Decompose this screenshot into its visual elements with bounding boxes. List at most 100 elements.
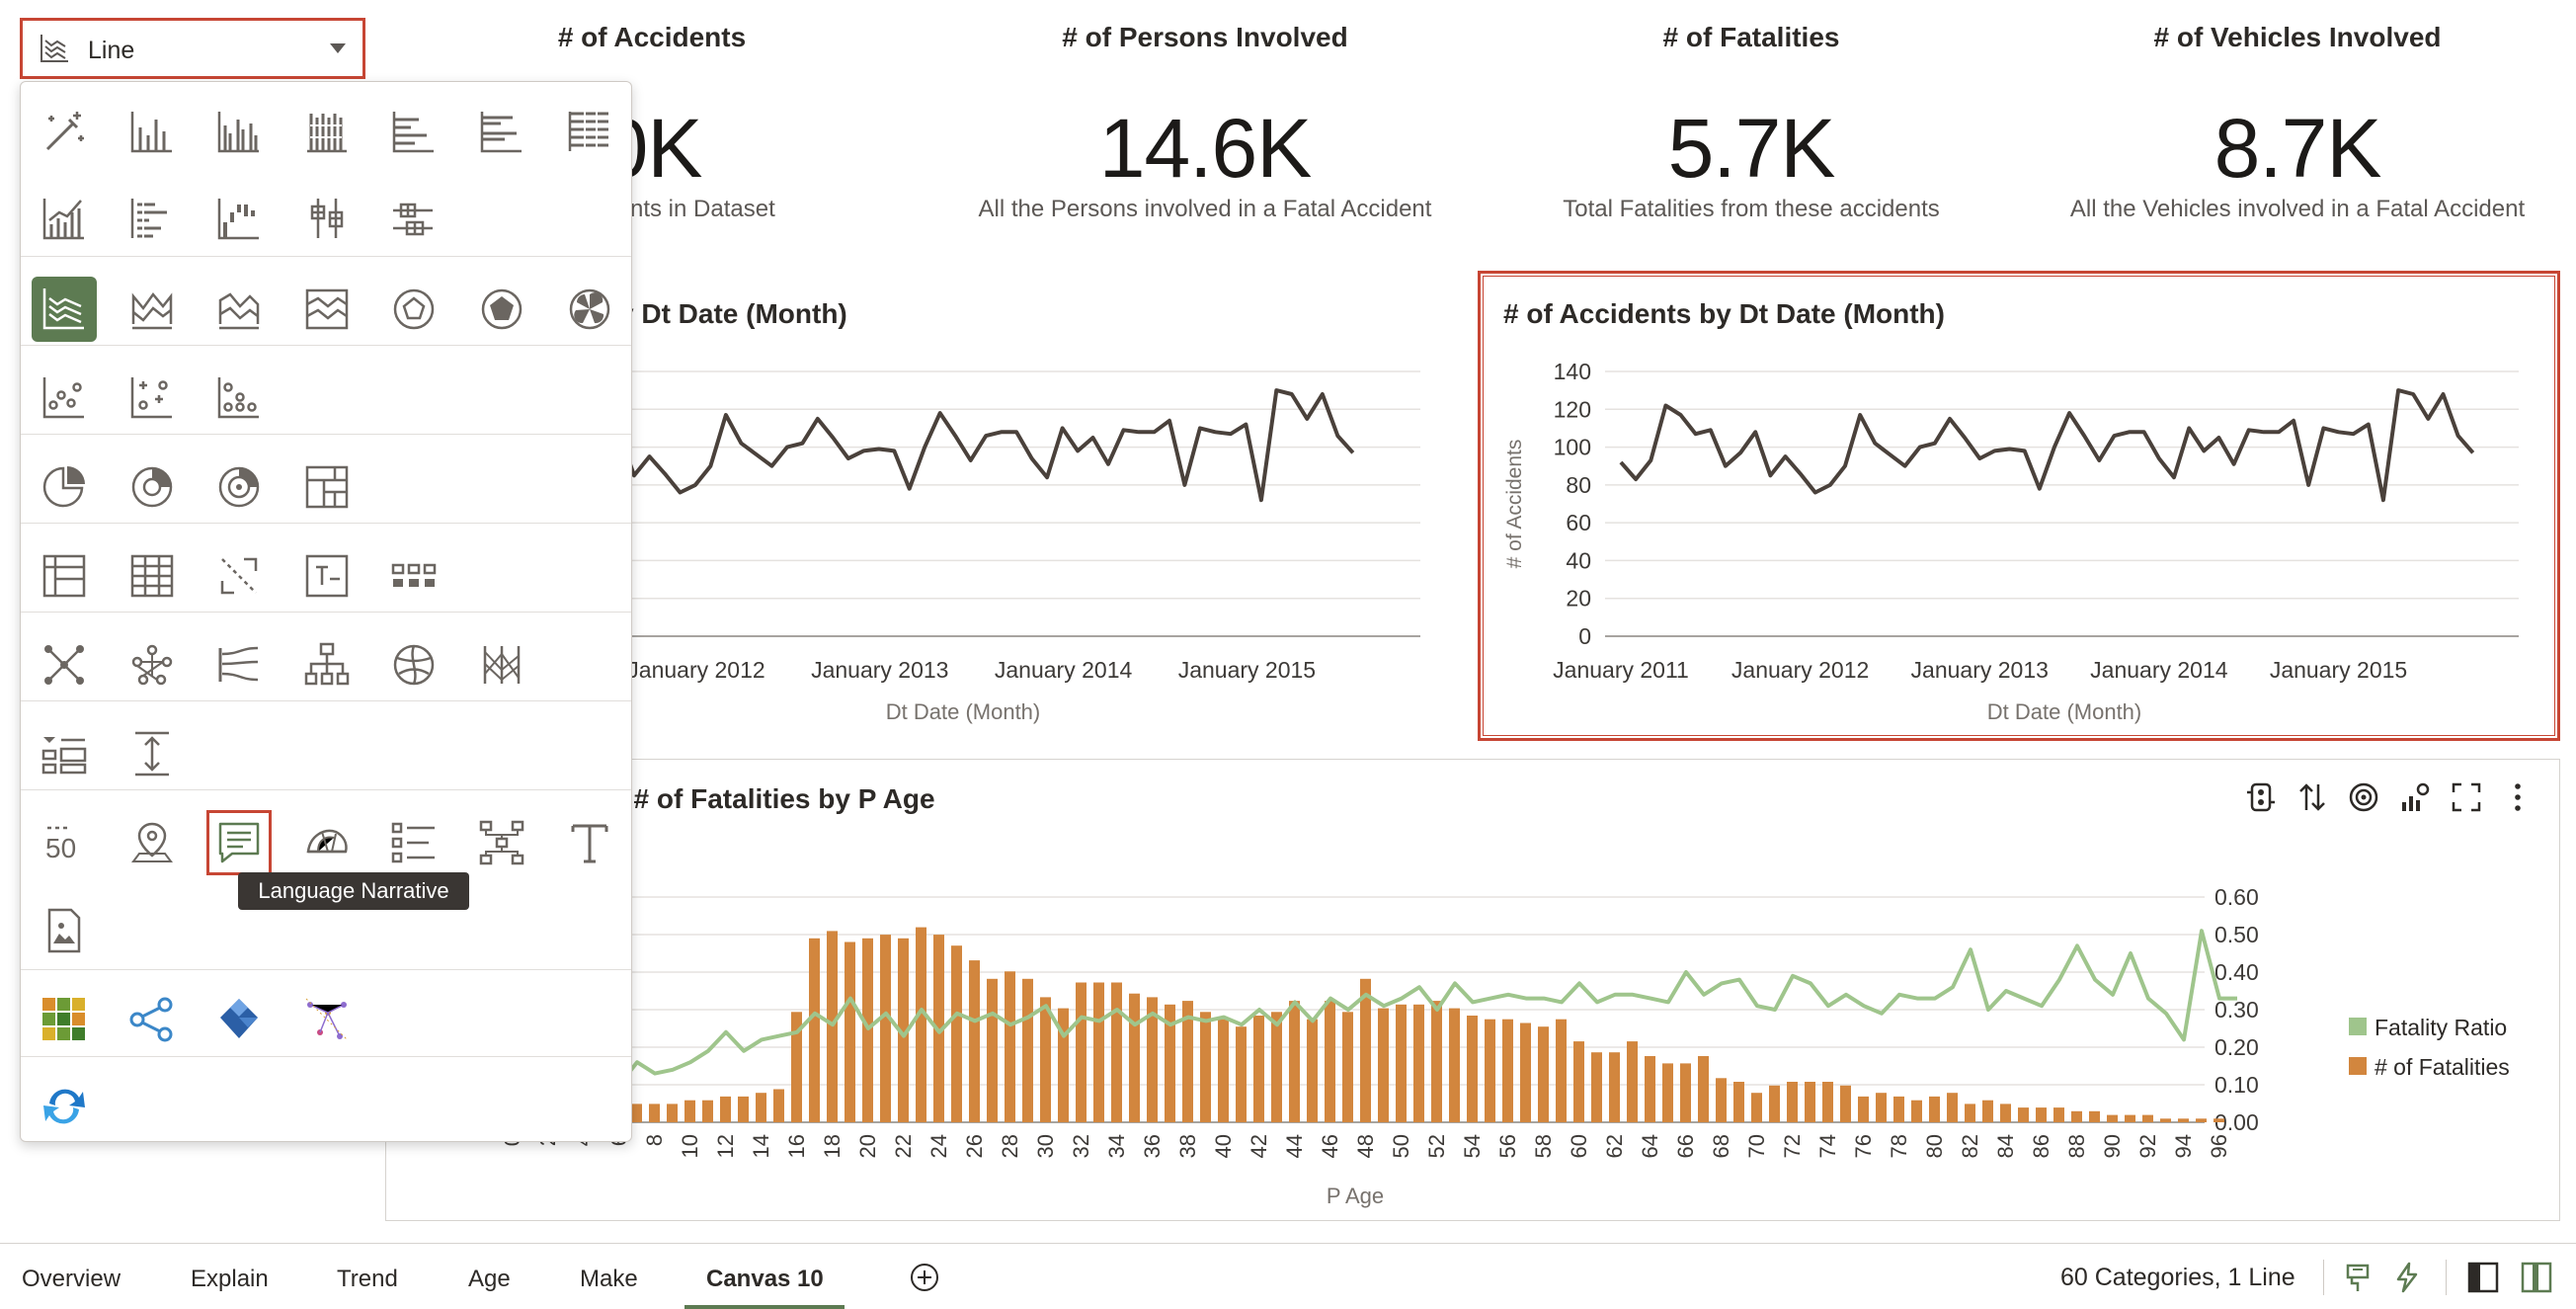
heatmap-extension-icon[interactable] — [32, 987, 97, 1052]
bar-fatalities[interactable] — [1253, 1016, 1264, 1122]
bar-fatalities[interactable] — [916, 927, 926, 1122]
right-panel-icon[interactable] — [2521, 1262, 2552, 1293]
image-3d-icon[interactable] — [294, 810, 360, 875]
area-chart-icon[interactable] — [120, 277, 185, 342]
bar-fatalities[interactable] — [2000, 1104, 2011, 1122]
range-slider-icon[interactable] — [120, 721, 185, 786]
bar-fatalities[interactable] — [2071, 1110, 2082, 1122]
bar-fatalities[interactable] — [667, 1104, 678, 1122]
line-chart-icon[interactable] — [32, 277, 97, 342]
bar-fatalities[interactable] — [1822, 1082, 1833, 1122]
series-line-ratio[interactable] — [511, 929, 2237, 1087]
more-icon[interactable] — [2501, 780, 2535, 814]
horizontal-100-percent-bar-icon[interactable] — [557, 100, 622, 165]
bar-fatalities[interactable] — [1911, 1100, 1922, 1122]
bar-fatalities[interactable] — [2053, 1107, 2064, 1122]
bar-fatalities[interactable] — [2196, 1118, 2207, 1122]
performance-tile-icon[interactable] — [381, 543, 446, 609]
maximize-icon[interactable] — [2450, 780, 2483, 814]
kpi-fatalities[interactable]: # of Fatalities 5.7K Total Fatalities fr… — [1475, 0, 2028, 237]
treemap-icon[interactable] — [294, 454, 360, 520]
horizontal-stacked-bar-icon[interactable] — [469, 100, 534, 165]
bar-fatalities[interactable] — [2178, 1118, 2189, 1122]
bar-fatalities[interactable] — [1307, 1019, 1318, 1122]
kpi-persons[interactable]: # of Persons Involved 14.6K All the Pers… — [928, 0, 1482, 237]
properties-icon[interactable] — [2244, 780, 2278, 814]
tab-overview[interactable]: Overview — [22, 1266, 121, 1293]
text-box-icon[interactable] — [557, 810, 622, 875]
language-narrative-icon[interactable] — [206, 810, 273, 875]
bar-fatalities[interactable] — [1965, 1104, 1975, 1122]
left-panel-icon[interactable] — [2467, 1262, 2499, 1293]
bar-fatalities[interactable] — [1093, 982, 1104, 1123]
combo-chart-icon[interactable] — [32, 187, 97, 252]
bar-fatalities[interactable] — [880, 935, 891, 1122]
kpi-vehicles[interactable]: # of Vehicles Involved 8.7K All the Vehi… — [2021, 0, 2574, 237]
tab-make[interactable]: Make — [580, 1266, 638, 1293]
bar-fatalities[interactable] — [1591, 1052, 1602, 1122]
bar-fatalities[interactable] — [1449, 1008, 1460, 1122]
bar-fatalities[interactable] — [1111, 982, 1122, 1123]
bar-fatalities[interactable] — [1378, 1008, 1389, 1122]
auto-visualization-icon[interactable] — [32, 100, 97, 165]
bar-fatalities[interactable] — [1467, 1016, 1478, 1122]
bar-fatalities[interactable] — [1005, 971, 1015, 1122]
waterfall-icon[interactable] — [206, 187, 272, 252]
bar-fatalities[interactable] — [969, 960, 980, 1122]
box-plot-icon[interactable] — [294, 187, 360, 252]
bar-fatalities[interactable] — [1893, 1096, 1904, 1122]
correlation-icon[interactable] — [206, 543, 272, 609]
bubble-icon[interactable] — [120, 366, 185, 431]
bar-fatalities[interactable] — [1769, 1085, 1780, 1122]
scatter-icon[interactable] — [32, 366, 97, 431]
donut-chart-icon[interactable] — [120, 454, 185, 520]
bar-fatalities[interactable] — [1840, 1085, 1851, 1122]
bar-fatalities[interactable] — [2107, 1114, 2118, 1122]
bar-fatalities[interactable] — [1271, 1012, 1282, 1122]
list-filter-icon[interactable] — [32, 721, 97, 786]
bar-fatalities[interactable] — [2036, 1107, 2047, 1122]
bar-fatalities[interactable] — [1982, 1100, 1993, 1122]
bar-fatalities[interactable] — [987, 978, 998, 1122]
bar-fatalities[interactable] — [1022, 978, 1033, 1122]
network-extension-icon[interactable] — [120, 987, 185, 1052]
kpi-tile-icon[interactable]: 50 — [32, 810, 97, 875]
series-line[interactable] — [1619, 388, 2475, 503]
bar-fatalities[interactable] — [1485, 1019, 1495, 1122]
bar-fatalities[interactable] — [1342, 1012, 1353, 1122]
bar-fatalities[interactable] — [1218, 1019, 1229, 1122]
radar-line-icon[interactable] — [381, 277, 446, 342]
bar-fatalities[interactable] — [1502, 1019, 1513, 1122]
pivot-table-icon[interactable] — [32, 543, 97, 609]
age-combo-chart[interactable]: 0.600.500.400.300.200.100.00024681012141… — [474, 869, 2272, 1215]
bar-fatalities[interactable] — [2142, 1114, 2153, 1122]
dot-plot-icon[interactable] — [206, 366, 272, 431]
table-icon[interactable] — [120, 543, 185, 609]
bar-fatalities[interactable] — [1520, 1023, 1531, 1123]
bar-fatalities[interactable] — [1538, 1026, 1549, 1122]
bar-fatalities[interactable] — [1076, 982, 1087, 1123]
bar-fatalities[interactable] — [684, 1100, 695, 1122]
bar-fatalities[interactable] — [1129, 993, 1140, 1122]
bar-fatalities[interactable] — [649, 1104, 660, 1122]
tree-diagram-icon[interactable] — [294, 632, 360, 697]
stacked-bar-icon[interactable] — [206, 100, 272, 165]
bar-fatalities[interactable] — [1858, 1096, 1869, 1122]
insights-icon[interactable] — [2398, 780, 2432, 814]
series-line[interactable] — [602, 388, 1355, 503]
bar-fatalities[interactable] — [2160, 1118, 2171, 1122]
bar-fatalities[interactable] — [1431, 1001, 1442, 1122]
sankey-icon[interactable] — [206, 632, 272, 697]
bar-fatalities[interactable] — [1947, 1093, 1958, 1122]
chart-type-dropdown[interactable]: Line — [20, 18, 365, 79]
circle-pack-icon[interactable] — [381, 632, 446, 697]
radar-area-icon[interactable] — [469, 277, 534, 342]
bar-fatalities[interactable] — [631, 1104, 642, 1122]
tab-explain[interactable]: Explain — [191, 1266, 269, 1293]
bar-fatalities[interactable] — [2125, 1114, 2135, 1122]
bar-fatalities[interactable] — [809, 938, 820, 1122]
bar-fatalities[interactable] — [1573, 1041, 1584, 1122]
bar-fatalities[interactable] — [1645, 1056, 1655, 1122]
bar-fatalities[interactable] — [1396, 1004, 1407, 1122]
bar-fatalities[interactable] — [720, 1096, 731, 1122]
